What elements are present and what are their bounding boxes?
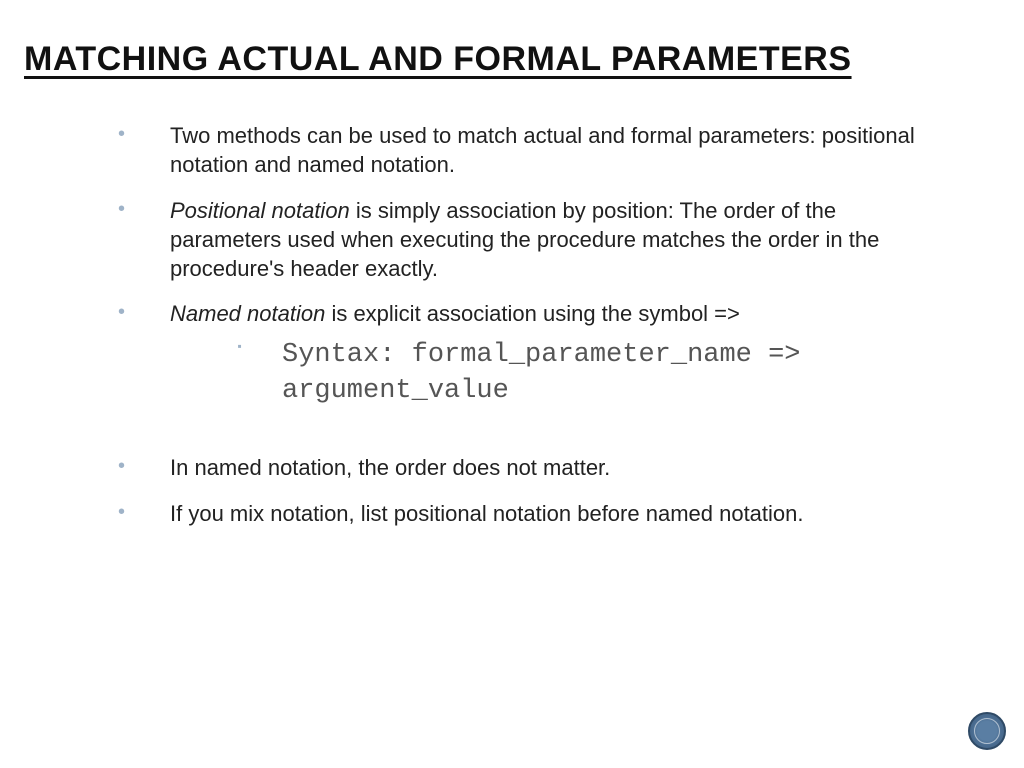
bullet-text: In named notation, the order does not ma…: [170, 455, 610, 480]
bullet-rest: is explicit association using the symbol…: [325, 301, 740, 326]
bullet-list: Two methods can be used to match actual …: [114, 121, 944, 528]
corner-decoration-icon: [968, 712, 1006, 750]
sub-bullet-list: Syntax: formal_parameter_name => argumen…: [232, 337, 944, 410]
slide-title: MATCHING ACTUAL AND FORMAL PARAMETERS: [24, 40, 1000, 79]
sub-bullet-text: Syntax: formal_parameter_name => argumen…: [282, 340, 800, 406]
bullet-lead: Named notation: [170, 301, 325, 326]
bullet-lead: Positional notation: [170, 198, 350, 223]
bullet-item: Named notation is explicit association u…: [114, 299, 944, 409]
bullet-text: If you mix notation, list positional not…: [170, 501, 804, 526]
bullet-item: If you mix notation, list positional not…: [114, 499, 944, 528]
bullet-item: Positional notation is simply associatio…: [114, 196, 944, 284]
bullet-item: In named notation, the order does not ma…: [114, 453, 944, 482]
sub-bullet-item: Syntax: formal_parameter_name => argumen…: [232, 337, 944, 410]
bullet-text: Two methods can be used to match actual …: [170, 123, 915, 177]
slide-content: Two methods can be used to match actual …: [114, 121, 944, 528]
bullet-item: Two methods can be used to match actual …: [114, 121, 944, 180]
slide: MATCHING ACTUAL AND FORMAL PARAMETERS Tw…: [0, 0, 1024, 768]
